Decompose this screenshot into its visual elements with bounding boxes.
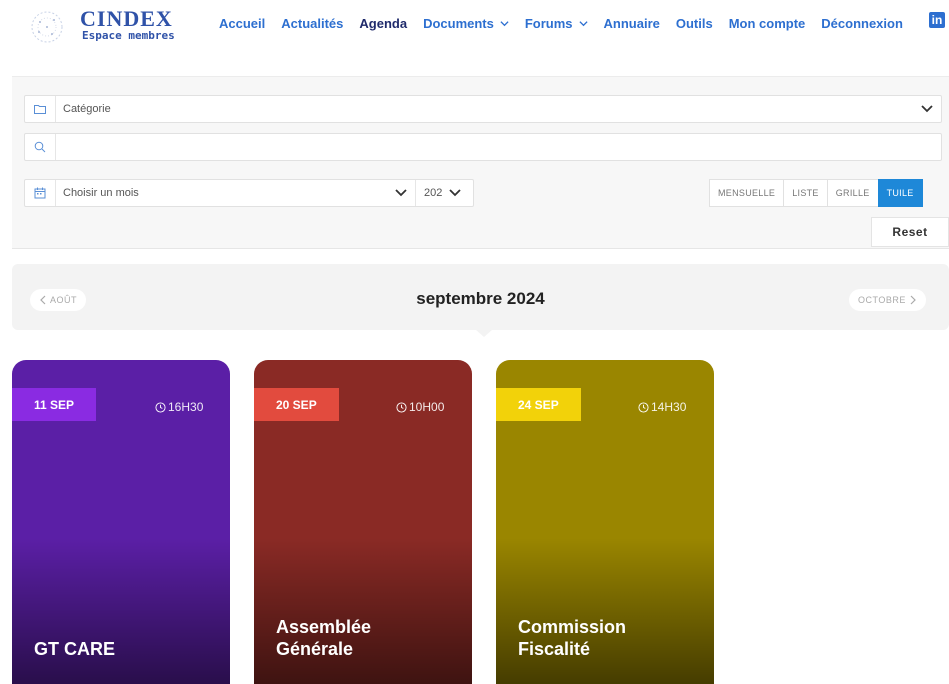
event-time: 14H30: [638, 400, 686, 414]
nav-deconnexion[interactable]: Déconnexion: [821, 16, 903, 31]
category-placeholder: Catégorie: [63, 103, 111, 115]
chevron-down-icon[interactable]: [395, 188, 407, 198]
filter-panel: Catégorie Choisir un mois 202 MENSUELLE …: [12, 76, 949, 249]
nav-mon-compte[interactable]: Mon compte: [729, 16, 806, 31]
nav-label: Agenda: [359, 16, 408, 31]
nav-documents[interactable]: Documents: [423, 16, 509, 31]
nav-accueil[interactable]: Accueil: [219, 16, 265, 31]
event-title: Commission Fiscalité: [518, 616, 698, 660]
event-title-line: Générale: [276, 639, 354, 659]
event-time-label: 16H30: [168, 400, 204, 414]
nav-agenda[interactable]: Agenda: [359, 16, 407, 31]
month-select-group: Choisir un mois 202: [24, 179, 474, 207]
globe-logo-icon: [31, 11, 63, 43]
next-month-button[interactable]: OCTOBRE: [849, 289, 926, 311]
calendar-icon: [25, 180, 56, 206]
nav-label: Accueil: [219, 16, 266, 31]
nav-label: Actualités: [281, 16, 344, 31]
nav-annuaire[interactable]: Annuaire: [604, 16, 660, 31]
category-select[interactable]: Catégorie: [24, 95, 942, 123]
view-switcher: MENSUELLE LISTE GRILLE TUILE: [709, 179, 923, 207]
nav-forums[interactable]: Forums: [525, 16, 588, 31]
current-month-title: septembre 2024: [416, 289, 545, 308]
search-icon: [25, 134, 56, 160]
nav-actualites[interactable]: Actualités: [281, 16, 343, 31]
nav-label: Documents: [423, 16, 494, 31]
nav-outils[interactable]: Outils: [676, 16, 713, 31]
month-select[interactable]: Choisir un mois: [63, 187, 139, 199]
nav-label: Mon compte: [728, 16, 806, 31]
folder-icon: [25, 96, 56, 122]
event-card[interactable]: 11 SEP 16H30 GT CARE: [12, 360, 230, 684]
event-title: Assemblée Générale: [276, 616, 456, 660]
brand-subtitle: Espace membres: [82, 29, 175, 42]
nav-label: Annuaire: [603, 16, 660, 31]
event-time-label: 10H00: [409, 400, 445, 414]
view-grille-button[interactable]: GRILLE: [826, 179, 878, 207]
view-liste-button[interactable]: LISTE: [783, 179, 827, 207]
clock-icon: [396, 401, 407, 413]
nav-label: Forums: [524, 16, 573, 31]
view-tuile-button[interactable]: TUILE: [877, 179, 923, 207]
event-date-badge: 24 SEP: [496, 388, 581, 421]
event-title: GT CARE: [34, 638, 214, 660]
event-title-line: Fiscalité: [518, 639, 591, 659]
event-title-line: Commission: [518, 617, 627, 637]
event-time-label: 14H30: [651, 400, 687, 414]
search-input[interactable]: [56, 134, 941, 160]
main-nav: Accueil Actualités Agenda Documents Foru…: [219, 16, 919, 31]
chevron-down-icon[interactable]: [449, 188, 461, 198]
nav-label: Déconnexion: [821, 16, 903, 31]
nav-label: Outils: [675, 16, 713, 31]
event-title-line: GT CARE: [34, 639, 115, 659]
chevron-right-icon: [910, 295, 916, 305]
event-time: 16H30: [155, 400, 203, 414]
site-header: CINDEX Espace membres Accueil Actualités…: [0, 0, 949, 50]
view-mensuelle-button[interactable]: MENSUELLE: [709, 179, 784, 207]
year-select[interactable]: 202: [424, 187, 442, 199]
event-title-line: Assemblée: [276, 617, 372, 637]
next-month-label: OCTOBRE: [858, 295, 906, 305]
event-date-badge: 20 SEP: [254, 388, 339, 421]
divider: [415, 180, 416, 206]
event-time: 10H00: [396, 400, 444, 414]
chevron-down-icon: [578, 21, 588, 27]
chevron-down-icon: [500, 21, 509, 27]
site-logo[interactable]: CINDEX Espace membres: [30, 6, 190, 46]
event-card[interactable]: 24 SEP 14H30 Commission Fiscalité: [496, 360, 714, 684]
search-field: [24, 133, 942, 161]
month-navigation: AOÛT septembre 2024 OCTOBRE: [12, 264, 949, 337]
reset-button[interactable]: Reset: [871, 217, 949, 247]
linkedin-icon[interactable]: in: [929, 12, 945, 28]
clock-icon: [155, 401, 166, 413]
clock-icon: [638, 401, 649, 413]
event-date-badge: 11 SEP: [12, 388, 97, 421]
event-card[interactable]: 20 SEP 10H00 Assemblée Générale: [254, 360, 472, 684]
chevron-down-icon: [921, 105, 933, 113]
